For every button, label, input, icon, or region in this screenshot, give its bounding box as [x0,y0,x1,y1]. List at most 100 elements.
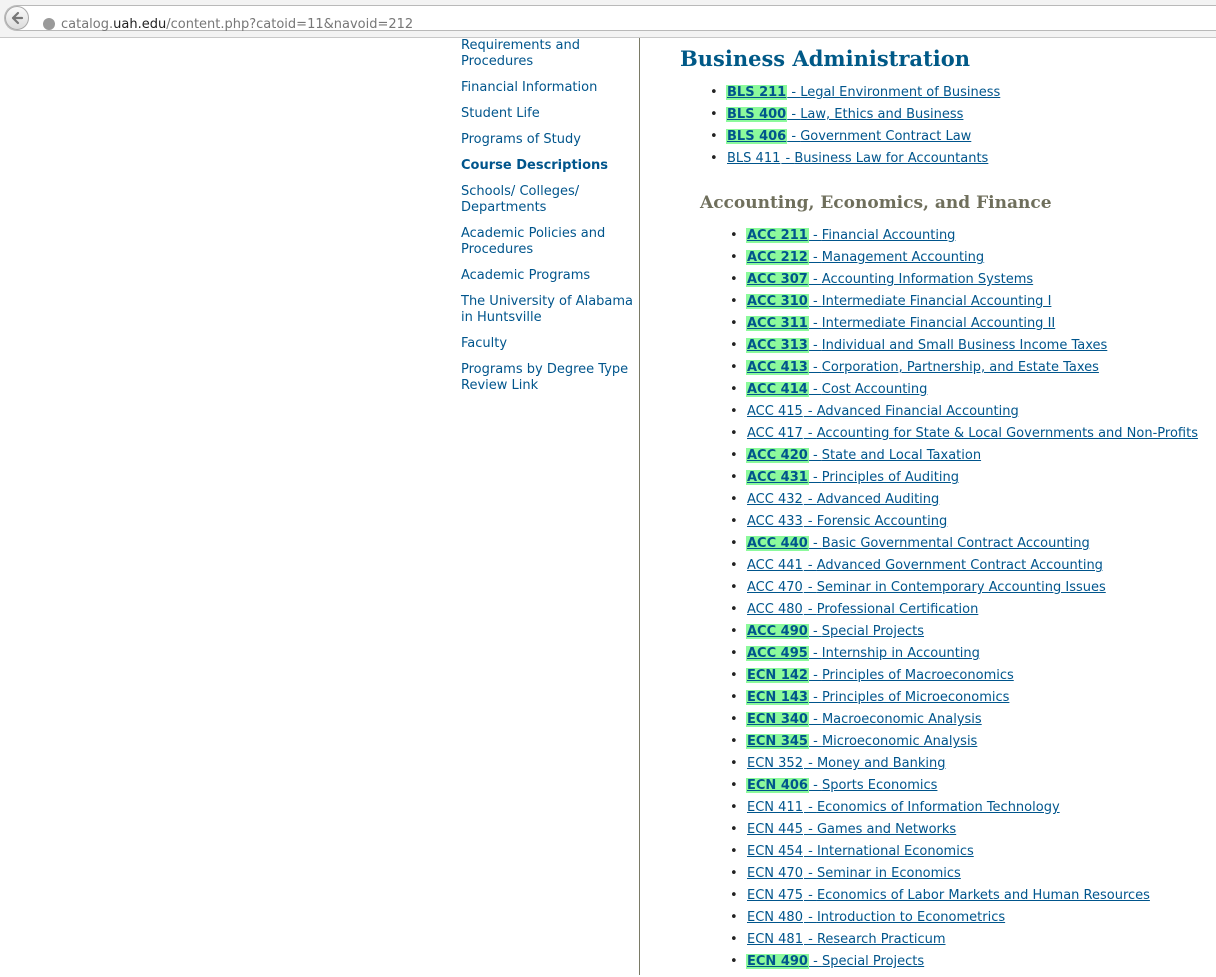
address-bar[interactable]: catalog.uah.edu/content.php?catoid=11&na… [4,5,1216,33]
sidebar-item[interactable]: Programs of Study [461,132,633,148]
course-list-item: • ECN 142 - Principles of Macroeconomics [730,667,1198,689]
course-link[interactable]: ECN 340 - Macroeconomic Analysis [746,712,982,727]
course-link[interactable]: ECN 445 - Games and Networks [746,822,956,837]
course-separator: - [808,536,822,551]
course-separator: - [803,756,817,771]
course-link[interactable]: ACC 311 - Intermediate Financial Account… [746,316,1055,331]
course-link[interactable]: ECN 142 - Principles of Macroeconomics [746,668,1014,683]
bullet: • [730,778,738,793]
course-link[interactable]: ACC 433 - Forensic Accounting [746,514,947,529]
sidebar-item[interactable]: Requirements and Procedures [461,38,633,70]
sidebar-item[interactable]: Financial Information [461,80,633,96]
course-separator: - [808,294,822,309]
course-separator: - [803,932,817,947]
course-list-item: • ACC 313 - Individual and Small Business… [730,337,1198,359]
course-link[interactable]: ACC 441 - Advanced Government Contract A… [746,558,1103,573]
course-link[interactable]: ECN 143 - Principles of Microeconomics [746,690,1009,705]
course-link[interactable]: ACC 470 - Seminar in Contemporary Accoun… [746,580,1106,595]
course-code: ACC 307 [746,272,809,287]
course-code: ECN 345 [746,734,809,749]
course-code: ACC 417 [747,426,803,441]
course-list-item: • ACC 413 - Corporation, Partnership, and… [730,359,1198,381]
course-link[interactable]: BLS 411 - Business Law for Accountants [726,151,988,166]
course-list-item: • ACC 431 - Principles of Auditing [730,469,1198,491]
course-link[interactable]: ACC 307 - Accounting Information Systems [746,272,1033,287]
back-button[interactable] [5,6,29,30]
url-host-prefix: catalog. [61,17,114,32]
course-title: Money and Banking [816,756,946,771]
course-link[interactable]: ECN 490 - Special Projects [746,954,924,969]
course-link[interactable]: ECN 352 - Money and Banking [746,756,946,771]
sidebar-item[interactable]: Student Life [461,106,633,122]
course-code: BLS 411 [727,151,781,166]
sidebar-item[interactable]: Course Descriptions [461,158,633,174]
bullet: • [730,316,738,331]
course-link[interactable]: ACC 415 - Advanced Financial Accounting [746,404,1019,419]
course-link[interactable]: ECN 411 - Economics of Information Techn… [746,800,1060,815]
course-link[interactable]: ECN 406 - Sports Economics [746,778,937,793]
course-title: Accounting Information Systems [821,272,1034,287]
course-link[interactable]: BLS 400 - Law, Ethics and Business [726,107,963,122]
course-title: Forensic Accounting [816,514,948,529]
course-list-item: • ECN 490 - Special Projects [730,953,1198,975]
course-separator: - [808,712,822,727]
course-separator: - [808,316,822,331]
course-title: Sports Economics [821,778,938,793]
course-link[interactable]: ECN 480 - Introduction to Econometrics [746,910,1005,925]
course-code: ECN 143 [746,690,809,705]
course-title: Legal Environment of Business [800,85,1001,100]
course-list-item: • ACC 307 - Accounting Information System… [730,271,1198,293]
course-link[interactable]: ACC 480 - Professional Certification [746,602,978,617]
course-list-item: • BLS 211 - Legal Environment of Business [710,84,1000,106]
sidebar-item[interactable]: Programs by Degree Type Review Link [461,362,633,394]
course-link[interactable]: ACC 495 - Internship in Accounting [746,646,980,661]
course-link[interactable]: ACC 313 - Individual and Small Business … [746,338,1107,353]
course-link[interactable]: BLS 406 - Government Contract Law [726,129,971,144]
bullet: • [730,954,738,969]
bullet: • [710,129,718,144]
course-link[interactable]: ACC 211 - Financial Accounting [746,228,955,243]
course-list-item: • ACC 470 - Seminar in Contemporary Accou… [730,579,1198,601]
url-text[interactable]: catalog.uah.edu/content.php?catoid=11&na… [61,17,413,33]
course-title: Seminar in Contemporary Accounting Issue… [816,580,1106,595]
course-link[interactable]: ACC 440 - Basic Governmental Contract Ac… [746,536,1090,551]
course-link[interactable]: ACC 417 - Accounting for State & Local G… [746,426,1198,441]
course-code: ACC 495 [746,646,809,661]
course-link[interactable]: ACC 310 - Intermediate Financial Account… [746,294,1051,309]
course-link[interactable]: ACC 413 - Corporation, Partnership, and … [746,360,1099,375]
sidebar-item[interactable]: Academic Policies and Procedures [461,226,633,258]
course-link[interactable]: ECN 481 - Research Practicum [746,932,946,947]
course-list-item: • ACC 414 - Cost Accounting [730,381,1198,403]
course-separator: - [803,602,817,617]
course-link[interactable]: ACC 212 - Management Accounting [746,250,984,265]
sidebar-item[interactable]: The University of Alabama in Huntsville [461,294,633,326]
browser-toolbar: catalog.uah.edu/content.php?catoid=11&na… [0,0,1216,38]
course-link[interactable]: ACC 432 - Advanced Auditing [746,492,939,507]
course-link[interactable]: ACC 490 - Special Projects [746,624,924,639]
sidebar-item[interactable]: Faculty [461,336,633,352]
course-link[interactable]: ECN 470 - Seminar in Economics [746,866,961,881]
course-code: ECN 490 [746,954,809,969]
course-link[interactable]: ACC 414 - Cost Accounting [746,382,927,397]
sidebar-item[interactable]: Schools/ Colleges/ Departments [461,184,633,216]
course-link[interactable]: ACC 420 - State and Local Taxation [746,448,981,463]
sidebar-item[interactable]: Academic Programs [461,268,633,284]
course-separator: - [803,558,817,573]
course-title: Microeconomic Analysis [821,734,978,749]
course-list-item: • ACC 440 - Basic Governmental Contract A… [730,535,1198,557]
course-link[interactable]: ECN 345 - Microeconomic Analysis [746,734,977,749]
course-code: ECN 406 [746,778,809,793]
course-link[interactable]: BLS 211 - Legal Environment of Business [726,85,1000,100]
business-course-list: • BLS 211 - Legal Environment of Business… [710,84,1000,172]
course-list-item: • ECN 445 - Games and Networks [730,821,1198,843]
course-link[interactable]: ACC 431 - Principles of Auditing [746,470,959,485]
course-title: Advanced Auditing [816,492,940,507]
course-separator: - [803,888,817,903]
course-code: ACC 470 [747,580,803,595]
course-link[interactable]: ECN 475 - Economics of Labor Markets and… [746,888,1150,903]
bullet: • [730,866,738,881]
course-code: BLS 211 [726,85,788,100]
course-link[interactable]: ECN 454 - International Economics [746,844,974,859]
course-title: Financial Accounting [821,228,956,243]
course-title: Business Law for Accountants [794,151,989,166]
